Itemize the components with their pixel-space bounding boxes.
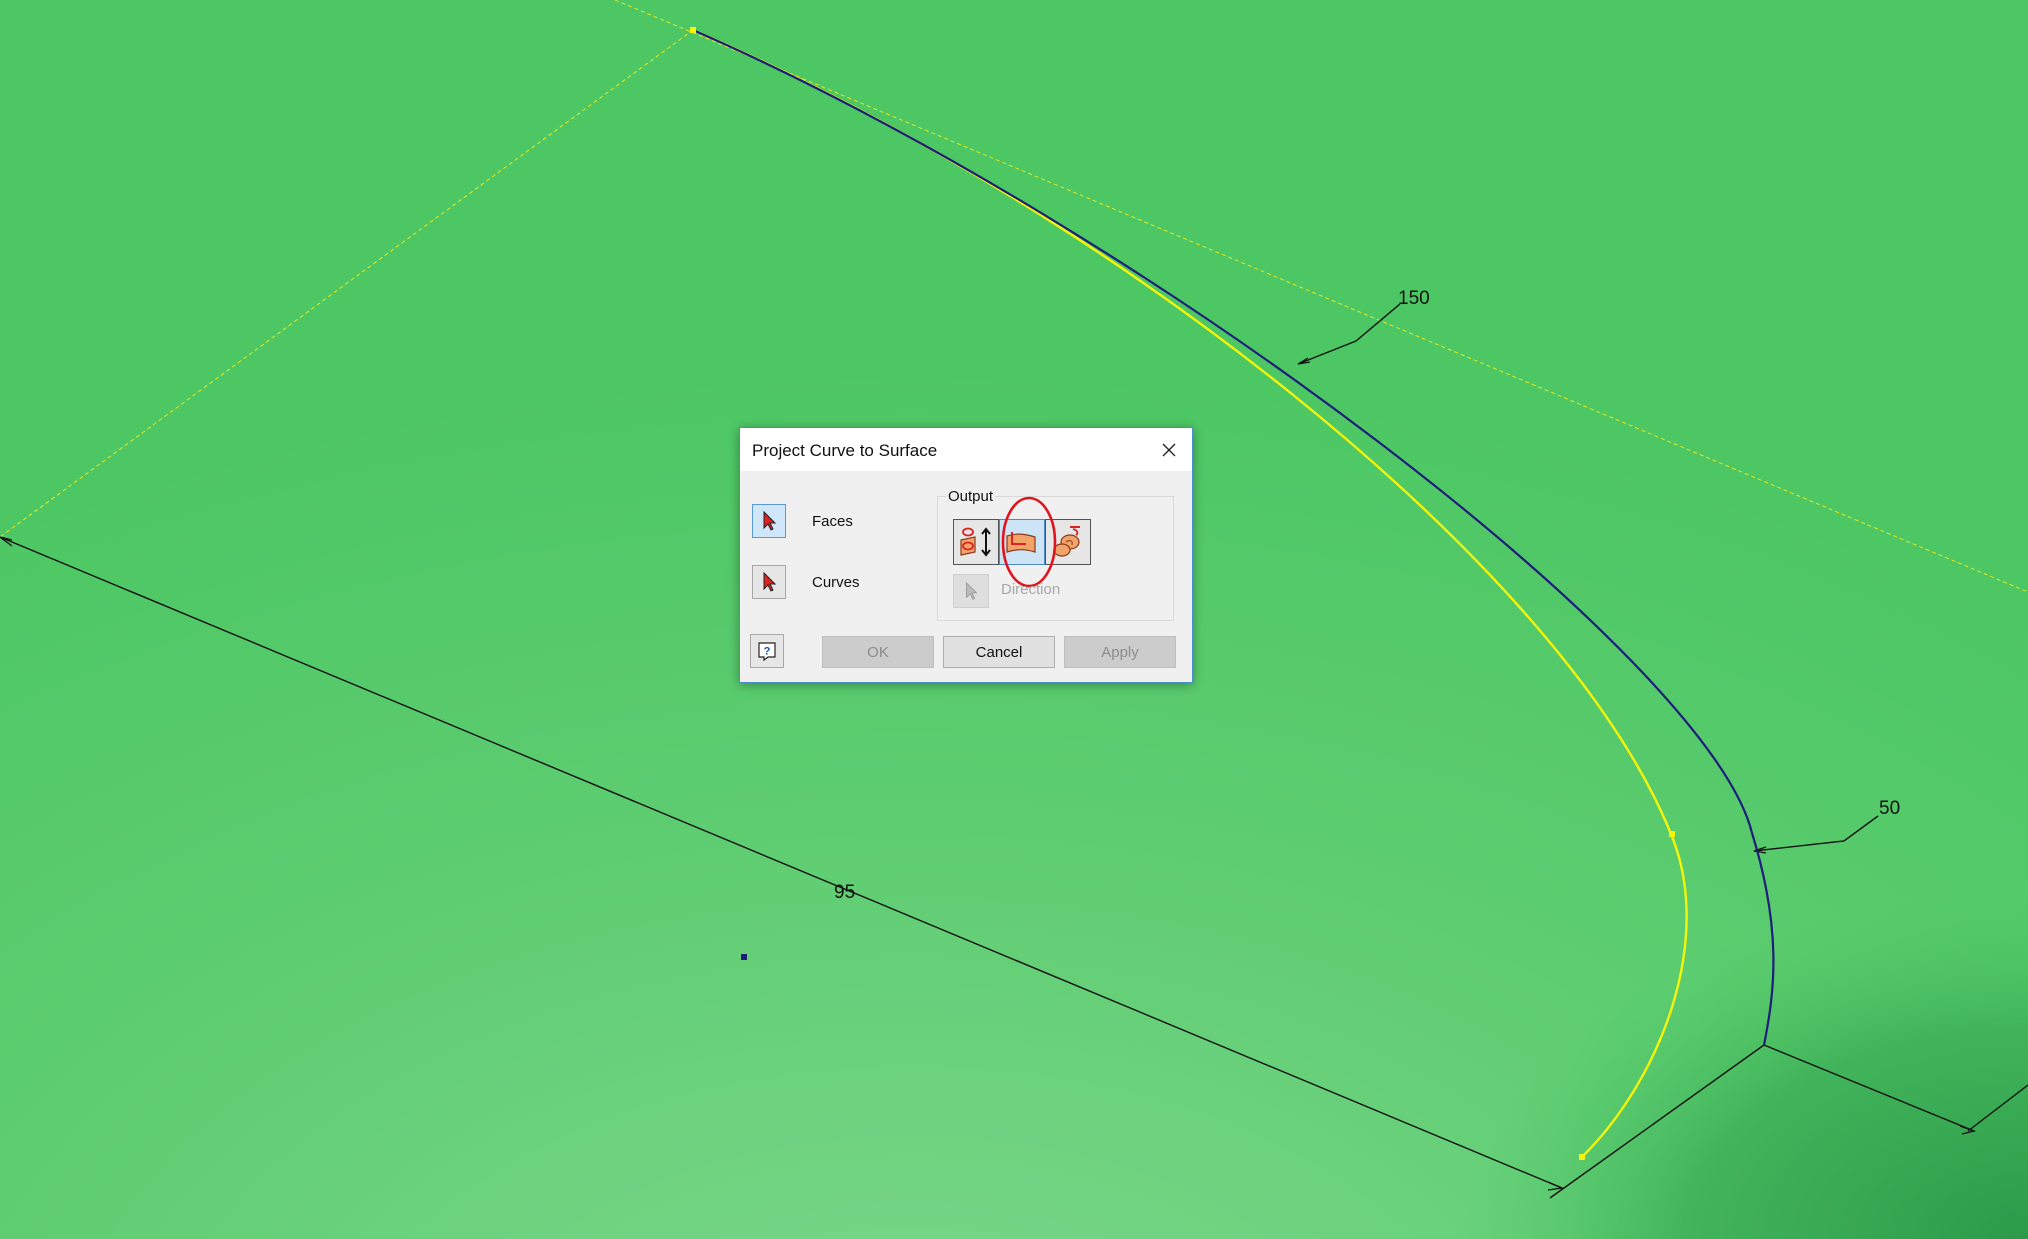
curve-point-mid[interactable] <box>1669 831 1675 837</box>
project-curve-dialog[interactable]: Project Curve to Surface Faces Curves Ou… <box>739 427 1193 683</box>
project-along-vector-icon <box>960 527 991 557</box>
close-button[interactable] <box>1146 428 1192 471</box>
curves-label: Curves <box>812 574 860 591</box>
dialog-title-bar[interactable]: Project Curve to Surface <box>740 428 1192 471</box>
curves-select-button[interactable] <box>752 565 786 599</box>
direction-label: Direction <box>1001 581 1061 598</box>
dialog-title: Project Curve to Surface <box>752 441 938 460</box>
faces-label: Faces <box>812 513 853 530</box>
close-icon <box>1162 443 1176 456</box>
direction-select-button[interactable] <box>953 574 989 608</box>
ok-button[interactable]: OK <box>822 636 934 668</box>
output-group-label: Output <box>946 488 996 505</box>
help-icon: ? <box>758 642 776 662</box>
output-closest-point-button[interactable] <box>1045 519 1091 565</box>
origin-point[interactable] <box>741 954 747 960</box>
dimension-50[interactable]: 50 <box>1879 799 1900 818</box>
faces-select-button[interactable] <box>752 504 786 538</box>
select-arrow-icon <box>763 510 777 531</box>
select-arrow-disabled-icon <box>966 581 978 600</box>
curve-point-start[interactable] <box>690 27 696 33</box>
help-button[interactable]: ? <box>750 634 784 668</box>
output-wrap-button[interactable] <box>999 519 1045 565</box>
cancel-button[interactable]: Cancel <box>943 636 1055 668</box>
select-arrow-icon <box>763 571 777 592</box>
apply-button[interactable]: Apply <box>1064 636 1176 668</box>
wrap-to-surface-icon <box>1006 532 1036 553</box>
svg-text:?: ? <box>764 646 771 658</box>
project-closest-point-icon <box>1053 526 1080 557</box>
dimension-95[interactable]: 95 <box>834 883 855 902</box>
output-project-button[interactable] <box>953 519 999 565</box>
dimension-150[interactable]: 150 <box>1398 289 1430 308</box>
curve-point-end[interactable] <box>1579 1154 1585 1160</box>
